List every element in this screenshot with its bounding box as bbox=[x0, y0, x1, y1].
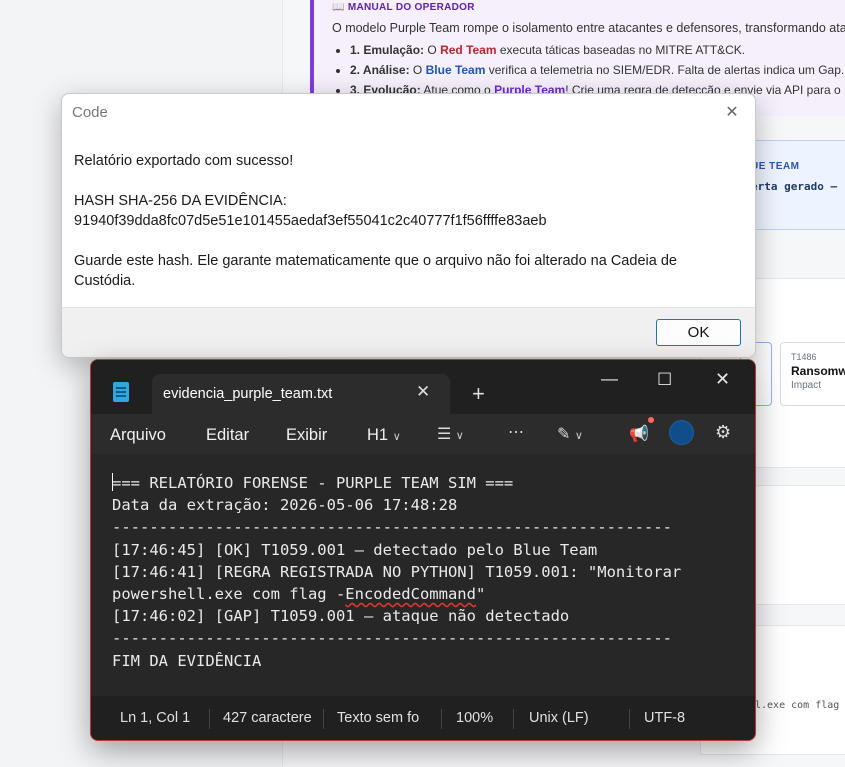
dialog-footer: OK bbox=[62, 307, 755, 357]
close-window-icon[interactable]: ✕ bbox=[715, 369, 730, 390]
tab-close-icon[interactable]: ✕ bbox=[416, 382, 430, 402]
more-options-icon[interactable]: ⋯ bbox=[508, 422, 524, 442]
tactic-name: Ransomw bbox=[791, 364, 845, 378]
export-dialog: Code ✕ Relatório exportado com sucesso! … bbox=[61, 93, 756, 358]
title-bar: evidencia_purple_team.txt ✕ + — ☐ ✕ bbox=[91, 360, 755, 414]
zoom-level[interactable]: 100% bbox=[456, 710, 493, 726]
dialog-close-icon[interactable]: ✕ bbox=[721, 102, 743, 124]
avatar[interactable] bbox=[669, 420, 694, 445]
menu-file[interactable]: Arquivo bbox=[110, 426, 166, 445]
chevron-down-icon: ∨ bbox=[455, 430, 464, 442]
copilot-dropdown[interactable]: ✎ ∨ bbox=[557, 424, 583, 444]
tab-title: evidencia_purple_team.txt bbox=[163, 386, 333, 402]
status-divider bbox=[323, 709, 324, 729]
manual-heading: 📖 MANUAL DO OPERADOR bbox=[332, 2, 475, 13]
dialog-content: Relatório exportado com sucesso! HASH SH… bbox=[62, 131, 755, 291]
list-icon: ☰ bbox=[437, 426, 452, 443]
tactic-id: T1486 bbox=[791, 352, 817, 362]
settings-gear-icon[interactable]: ⚙ bbox=[715, 422, 731, 443]
menu-view[interactable]: Exibir bbox=[286, 426, 327, 445]
log-fragment: l.exe com flag bbox=[755, 700, 840, 711]
separator-line: ----------------------------------------… bbox=[112, 629, 672, 648]
log-line: [17:46:41] [REGRA REGISTRADA NO PYTHON] … bbox=[112, 562, 682, 581]
status-divider bbox=[629, 709, 630, 729]
log-line-continued: powershell.exe com flag -EncodedCommand" bbox=[112, 585, 486, 604]
cursor-position[interactable]: Ln 1, Col 1 bbox=[120, 710, 190, 726]
manual-step: 2. Análise: O Blue Team verifica a telem… bbox=[350, 63, 845, 77]
dialog-note: Guarde este hash. Ele garante matematica… bbox=[74, 253, 677, 289]
log-line: [17:46:45] [OK] T1059.001 — detectado pe… bbox=[112, 540, 598, 559]
heading-dropdown[interactable]: H1 ∨ bbox=[367, 426, 401, 445]
status-bar: Ln 1, Col 1 427 caractere Texto sem fo 1… bbox=[91, 698, 755, 740]
maximize-icon[interactable]: ☐ bbox=[657, 370, 672, 390]
spellcheck-word: EncodedCommand bbox=[345, 585, 476, 604]
text-editor[interactable]: === RELATÓRIO FORENSE - PURPLE TEAM SIM … bbox=[91, 454, 755, 696]
blue-team-card-title: UE TEAM bbox=[751, 161, 800, 172]
notepad-app-icon bbox=[113, 382, 129, 402]
menu-edit[interactable]: Editar bbox=[206, 426, 249, 445]
tactic-card-ransomware[interactable]: T1486 Ransomw Impact bbox=[780, 342, 845, 406]
status-divider bbox=[209, 709, 210, 729]
blue-team-card-message: erta gerado — bbox=[751, 180, 838, 193]
character-count: 427 caractere bbox=[223, 710, 312, 726]
extraction-date: Data da extração: 2026-05-06 17:48:28 bbox=[112, 496, 458, 515]
pen-sparkle-icon: ✎ bbox=[557, 426, 571, 443]
dialog-title: Code bbox=[72, 104, 108, 121]
report-header: === RELATÓRIO FORENSE - PURPLE TEAM SIM … bbox=[112, 474, 514, 492]
notification-dot bbox=[648, 417, 654, 423]
encoding[interactable]: UTF-8 bbox=[644, 710, 685, 726]
text-format[interactable]: Texto sem fo bbox=[337, 710, 419, 726]
log-line: [17:46:02] [GAP] T1059.001 — ataque não … bbox=[112, 607, 570, 626]
ok-button[interactable]: OK bbox=[656, 319, 741, 346]
manual-steps: 1. Emulação: O Red Team executa táticas … bbox=[332, 43, 845, 97]
hash-label: HASH SHA-256 DA EVIDÊNCIA: bbox=[74, 193, 287, 209]
tactic-phase: Impact bbox=[791, 380, 822, 391]
manual-intro: O modelo Purple Team rompe o isolamento … bbox=[332, 21, 845, 35]
chevron-down-icon: ∨ bbox=[574, 430, 583, 442]
menu-bar: Arquivo Editar Exibir H1 ∨ ☰ ∨ ⋯ ✎ ∨ 📢 ⚙ bbox=[91, 414, 755, 454]
separator-line: ----------------------------------------… bbox=[112, 518, 672, 537]
report-footer: FIM DA EVIDÊNCIA bbox=[112, 651, 262, 670]
notepad-window: evidencia_purple_team.txt ✕ + — ☐ ✕ Arqu… bbox=[90, 359, 756, 741]
megaphone-icon[interactable]: 📢 bbox=[629, 424, 649, 444]
minimize-icon[interactable]: — bbox=[601, 369, 618, 389]
status-divider bbox=[441, 709, 442, 729]
tab-evidencia[interactable]: evidencia_purple_team.txt bbox=[152, 374, 450, 414]
hash-value: 91940f39dda8fc07d5e51e101455aedaf3ef5504… bbox=[74, 213, 547, 229]
manual-step: 1. Emulação: O Red Team executa táticas … bbox=[350, 43, 845, 57]
status-divider bbox=[513, 709, 514, 729]
chevron-down-icon: ∨ bbox=[392, 431, 401, 443]
list-dropdown[interactable]: ☰ ∨ bbox=[437, 424, 464, 444]
line-ending[interactable]: Unix (LF) bbox=[529, 710, 589, 726]
dialog-message: Relatório exportado com sucesso! bbox=[74, 153, 294, 169]
new-tab-icon[interactable]: + bbox=[472, 381, 485, 407]
